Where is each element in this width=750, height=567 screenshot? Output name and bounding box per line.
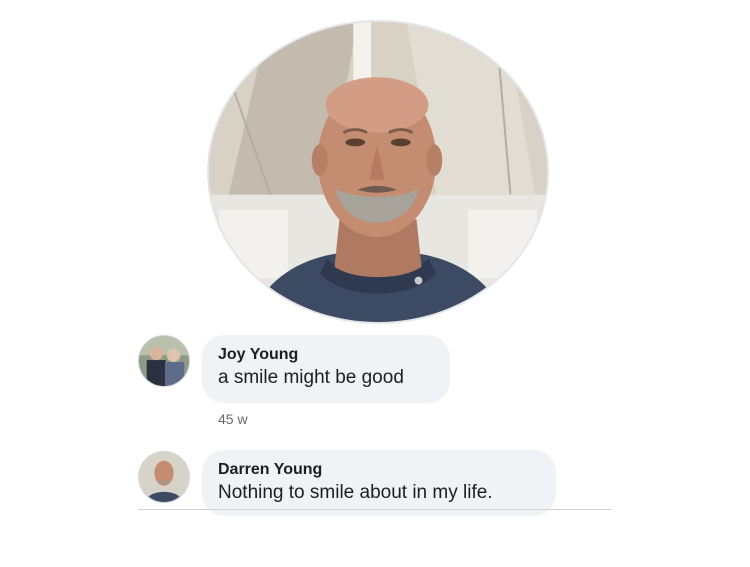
comment-author[interactable]: Darren Young xyxy=(218,460,542,480)
avatar-darren-young[interactable] xyxy=(138,451,190,503)
profile-photo-image xyxy=(209,22,547,322)
avatar-joy-young[interactable] xyxy=(138,335,190,387)
avatar-image xyxy=(139,452,189,502)
comment-author[interactable]: Joy Young xyxy=(218,345,436,365)
profile-photo[interactable] xyxy=(207,20,549,324)
comment-timestamp[interactable]: 45 w xyxy=(218,411,248,427)
divider xyxy=(138,509,612,510)
comment-text: a smile might be good xyxy=(218,367,404,388)
comment-bubble: Darren Young Nothing to smile about in m… xyxy=(202,450,556,516)
avatar-image xyxy=(139,336,189,386)
comment-bubble: Joy Young a smile might be good xyxy=(202,335,450,403)
comment-text: Nothing to smile about in my life. xyxy=(218,482,493,503)
